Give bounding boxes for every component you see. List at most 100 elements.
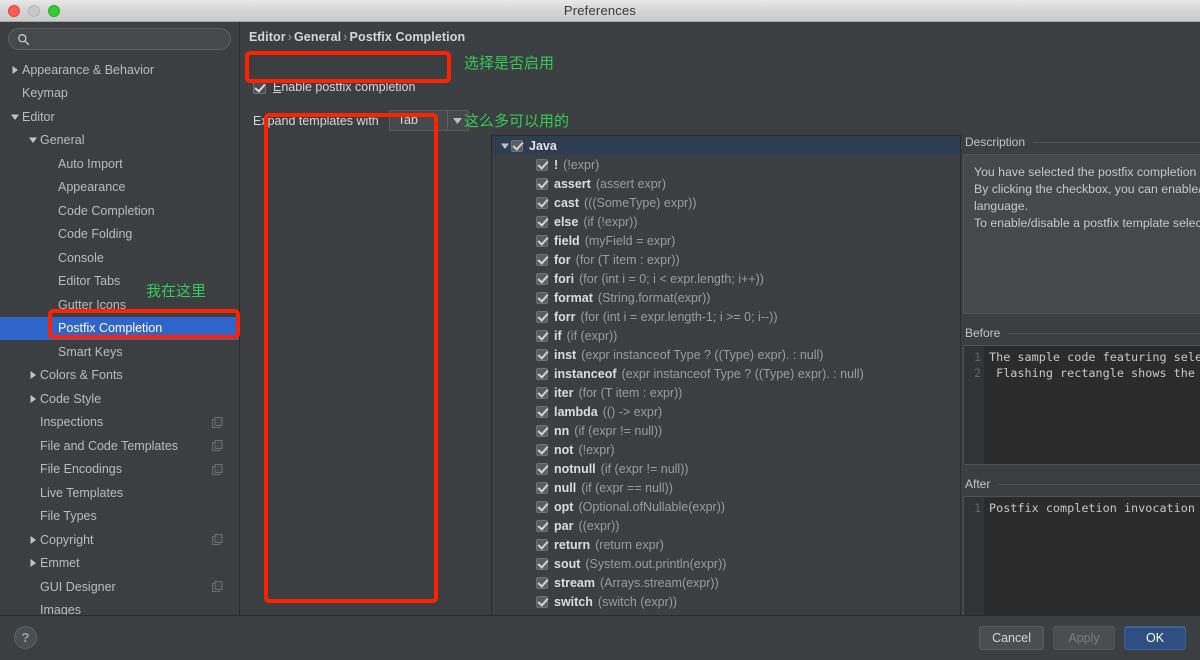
chevron-right-icon[interactable] — [29, 559, 37, 568]
template-row[interactable]: format (String.format(expr)) — [492, 288, 960, 307]
sidebar-item-gui-designer[interactable]: GUI Designer — [0, 575, 239, 599]
chevron-down-icon[interactable] — [448, 117, 468, 124]
zoom-window-icon[interactable] — [48, 5, 60, 17]
sidebar-item-keymap[interactable]: Keymap — [0, 82, 239, 106]
template-checkbox[interactable] — [536, 405, 548, 418]
sidebar-item-postfix-completion[interactable]: Postfix Completion — [0, 316, 239, 340]
template-row[interactable]: par ((expr)) — [492, 516, 960, 535]
sidebar-item-general[interactable]: General — [0, 129, 239, 153]
template-row[interactable]: field (myField = expr) — [492, 231, 960, 250]
copy-settings-icon[interactable] — [212, 440, 223, 452]
template-checkbox[interactable] — [536, 215, 548, 228]
sidebar-item-smart-keys[interactable]: Smart Keys — [0, 340, 239, 364]
sidebar-item-copyright[interactable]: Copyright — [0, 528, 239, 552]
sidebar-item-file-and-code-templates[interactable]: File and Code Templates — [0, 434, 239, 458]
template-row[interactable]: sout (System.out.println(expr)) — [492, 554, 960, 573]
sidebar-item-editor[interactable]: Editor — [0, 105, 239, 129]
template-checkbox[interactable] — [536, 253, 548, 266]
postfix-templates-list[interactable]: Java! (!expr) assert (assert expr) cast (((So… — [491, 135, 961, 625]
sidebar-item-console[interactable]: Console — [0, 246, 239, 270]
sidebar-item-code-completion[interactable]: Code Completion — [0, 199, 239, 223]
template-row[interactable]: cast (((SomeType) expr)) — [492, 193, 960, 212]
template-checkbox[interactable] — [536, 386, 548, 399]
search-box[interactable] — [8, 28, 231, 50]
chevron-down-icon[interactable] — [26, 136, 40, 144]
template-checkbox[interactable] — [536, 158, 548, 171]
sidebar-item-appearance[interactable]: Appearance — [0, 176, 239, 200]
template-row[interactable]: stream (Arrays.stream(expr)) — [492, 573, 960, 592]
ok-button[interactable]: OK — [1124, 626, 1186, 650]
template-row[interactable]: nn (if (expr != null)) — [492, 421, 960, 440]
chevron-right-icon[interactable] — [8, 65, 22, 74]
template-checkbox[interactable] — [536, 500, 548, 513]
template-checkbox[interactable] — [536, 481, 548, 494]
template-row[interactable]: opt (Optional.ofNullable(expr)) — [492, 497, 960, 516]
chevron-right-icon[interactable] — [26, 535, 40, 544]
sidebar-item-gutter-icons[interactable]: Gutter Icons — [0, 293, 239, 317]
sidebar-item-auto-import[interactable]: Auto Import — [0, 152, 239, 176]
chevron-right-icon[interactable] — [26, 371, 40, 380]
sidebar-item-file-encodings[interactable]: File Encodings — [0, 458, 239, 482]
chevron-right-icon[interactable] — [29, 371, 37, 380]
sidebar-item-editor-tabs[interactable]: Editor Tabs — [0, 270, 239, 294]
copy-settings-icon[interactable] — [212, 581, 223, 593]
chevron-right-icon[interactable] — [26, 394, 40, 403]
template-checkbox[interactable] — [536, 595, 548, 608]
template-checkbox[interactable] — [536, 272, 548, 285]
template-checkbox[interactable] — [536, 443, 548, 456]
template-checkbox[interactable] — [536, 310, 548, 323]
sidebar-item-file-types[interactable]: File Types — [0, 505, 239, 529]
template-checkbox[interactable] — [536, 576, 548, 589]
template-row[interactable]: notnull (if (expr != null)) — [492, 459, 960, 478]
template-checkbox[interactable] — [536, 519, 548, 532]
chevron-down-icon[interactable] — [8, 113, 22, 121]
template-group-row[interactable]: Java — [492, 136, 960, 155]
chevron-right-icon[interactable] — [26, 559, 40, 568]
template-checkbox[interactable] — [536, 234, 548, 247]
template-checkbox[interactable] — [536, 177, 548, 190]
template-row[interactable]: fori (for (int i = 0; i < expr.length; i+… — [492, 269, 960, 288]
minimize-window-icon[interactable] — [28, 5, 40, 17]
sidebar-item-inspections[interactable]: Inspections — [0, 411, 239, 435]
copy-settings-icon[interactable] — [212, 416, 223, 428]
template-checkbox[interactable] — [536, 291, 548, 304]
template-checkbox[interactable] — [536, 196, 548, 209]
sidebar-item-code-style[interactable]: Code Style — [0, 387, 239, 411]
template-row[interactable]: return (return expr) — [492, 535, 960, 554]
sidebar-item-code-folding[interactable]: Code Folding — [0, 223, 239, 247]
copy-settings-icon[interactable] — [212, 463, 223, 475]
template-row[interactable]: iter (for (T item : expr)) — [492, 383, 960, 402]
template-checkbox[interactable] — [536, 329, 548, 342]
template-checkbox[interactable] — [536, 557, 548, 570]
template-checkbox[interactable] — [536, 348, 548, 361]
enable-postfix-completion-row[interactable]: Enable postfix completion — [253, 80, 415, 94]
template-checkbox[interactable] — [536, 462, 548, 475]
copy-settings-icon[interactable] — [212, 534, 223, 546]
template-checkbox[interactable] — [536, 424, 548, 437]
chevron-down-icon[interactable] — [498, 142, 511, 150]
sidebar-item-images[interactable]: Images — [0, 599, 239, 615]
template-row[interactable]: inst (expr instanceof Type ? ((Type) expr… — [492, 345, 960, 364]
chevron-down-icon[interactable] — [11, 113, 19, 121]
chevron-right-icon[interactable] — [29, 394, 37, 403]
template-row[interactable]: lambda (() -> expr) — [492, 402, 960, 421]
template-checkbox[interactable] — [536, 367, 548, 380]
sidebar-item-colors-fonts[interactable]: Colors & Fonts — [0, 364, 239, 388]
sidebar-item-live-templates[interactable]: Live Templates — [0, 481, 239, 505]
template-row[interactable]: ! (!expr) — [492, 155, 960, 174]
template-row[interactable]: assert (assert expr) — [492, 174, 960, 193]
sidebar-item-appearance-behavior[interactable]: Appearance & Behavior — [0, 58, 239, 82]
chevron-right-icon[interactable] — [29, 535, 37, 544]
template-row[interactable]: not (!expr) — [492, 440, 960, 459]
template-row[interactable]: switch (switch (expr)) — [492, 592, 960, 611]
template-group-checkbox[interactable] — [511, 139, 523, 152]
template-row[interactable]: for (for (T item : expr)) — [492, 250, 960, 269]
cancel-button[interactable]: Cancel — [979, 626, 1044, 650]
close-window-icon[interactable] — [8, 5, 20, 17]
chevron-right-icon[interactable] — [11, 65, 19, 74]
help-button[interactable]: ? — [14, 626, 37, 649]
template-row[interactable]: if (if (expr)) — [492, 326, 960, 345]
search-input[interactable] — [35, 32, 222, 46]
breadcrumb-part-general[interactable]: General — [294, 30, 341, 44]
chevron-down-icon[interactable] — [29, 136, 37, 144]
